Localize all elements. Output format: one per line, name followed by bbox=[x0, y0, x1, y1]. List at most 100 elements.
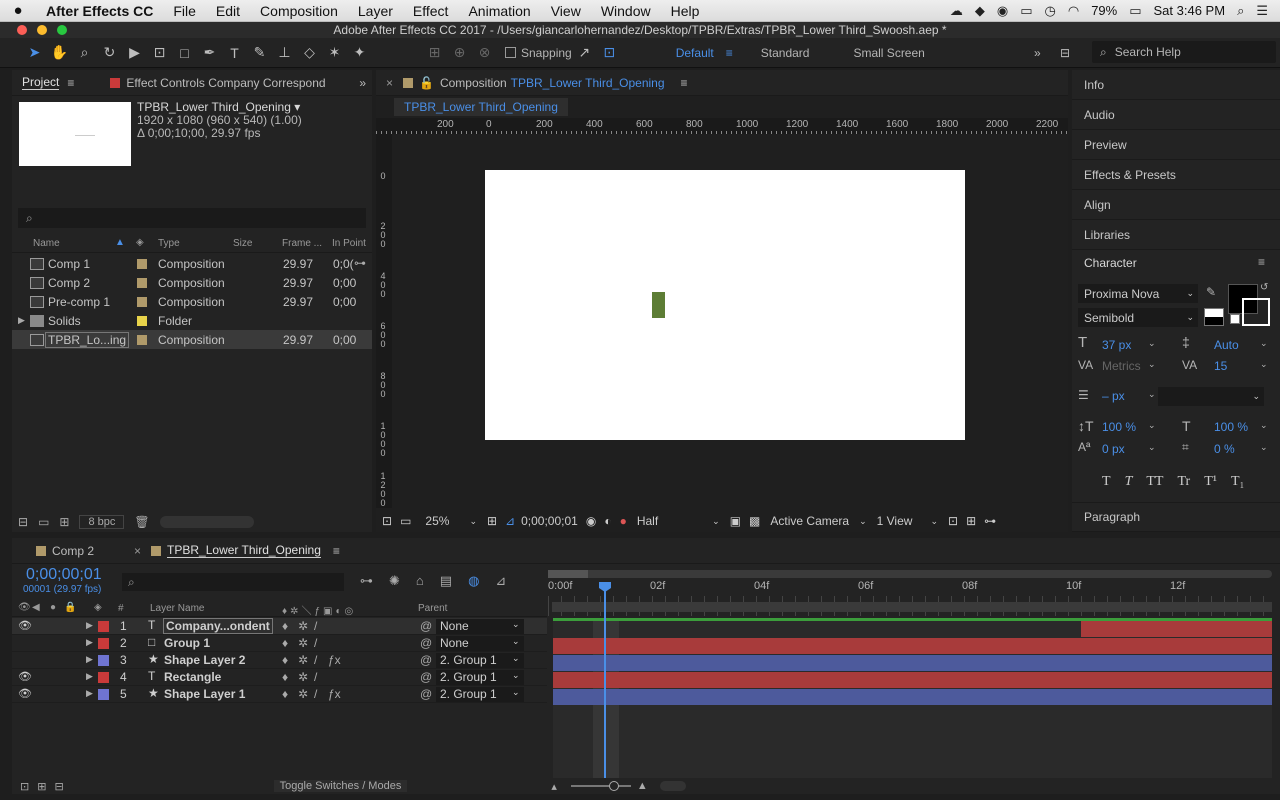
parent-select[interactable]: 2. Group 1 bbox=[436, 653, 524, 668]
label-swatch[interactable] bbox=[137, 258, 147, 269]
notification-icon[interactable]: ☰ bbox=[1256, 3, 1268, 19]
layer-row[interactable]: 👁 ▶ 4 T Rectangle ♦ ✲ / @2. Group 1 ⌄ bbox=[12, 669, 547, 686]
time-machine-icon[interactable]: ◷ bbox=[1045, 3, 1056, 19]
panel-menu-icon[interactable]: ≡ bbox=[1258, 255, 1265, 269]
label-swatch[interactable] bbox=[137, 296, 147, 307]
snap-option-icon[interactable]: ↗ bbox=[572, 42, 597, 64]
pick-whip-icon[interactable]: @ bbox=[420, 636, 432, 650]
always-preview-icon[interactable]: ⊡ bbox=[382, 514, 392, 528]
dropdown-icon[interactable]: ⌄ bbox=[512, 687, 520, 698]
video-switch-empty[interactable] bbox=[18, 653, 29, 664]
layer-name[interactable]: Shape Layer 1 bbox=[164, 687, 245, 701]
creative-cloud-icon[interactable]: ☁ bbox=[950, 3, 963, 19]
spotlight-icon[interactable]: ⌕ bbox=[1237, 3, 1244, 19]
roto-brush-tool-icon[interactable]: ✶ bbox=[322, 42, 347, 64]
dropdown-icon[interactable]: ⌄ bbox=[1148, 389, 1156, 400]
collapse-switch-icon[interactable]: ✲ bbox=[298, 636, 308, 650]
expand-triangle-icon[interactable]: ▶ bbox=[86, 688, 93, 699]
selected-item-name[interactable]: TPBR_Lower Third_Opening ▾ bbox=[137, 100, 300, 114]
panel-align[interactable]: Align bbox=[1072, 190, 1280, 220]
zoom-tool-icon[interactable]: ⌕ bbox=[72, 42, 97, 64]
bpc-button[interactable]: 8 bpc bbox=[79, 515, 125, 529]
battery-icon[interactable]: ▭ bbox=[1129, 3, 1141, 19]
toggle-switches-modes-button[interactable]: Toggle Switches / Modes bbox=[273, 780, 408, 792]
selection-tool-icon[interactable]: ➤ bbox=[22, 42, 47, 64]
dropdown-icon[interactable]: ⌄ bbox=[512, 670, 520, 681]
tab-project[interactable]: Project bbox=[22, 75, 60, 90]
layer-name-header[interactable]: Layer Name bbox=[150, 603, 204, 614]
tracking-value[interactable]: 15 bbox=[1214, 359, 1227, 373]
workspace-menu-icon[interactable]: ≡ bbox=[726, 46, 733, 60]
parent-select[interactable]: 2. Group 1 bbox=[436, 687, 524, 702]
tsume-value[interactable]: 0 % bbox=[1214, 442, 1235, 456]
layer-row[interactable]: ▶ 3 ★ Shape Layer 2 ♦ ✲ / ƒx @2. Group 1 ⌄ bbox=[12, 652, 547, 669]
subscript-button[interactable]: T₁ bbox=[1231, 474, 1244, 490]
panel-preview[interactable]: Preview bbox=[1072, 130, 1280, 160]
fx-switch-icon[interactable]: ƒx bbox=[328, 653, 341, 667]
wifi-icon[interactable]: ◠ bbox=[1068, 3, 1079, 19]
faux-bold-button[interactable]: T bbox=[1102, 474, 1111, 490]
layer-switches-icon[interactable]: ⊡ bbox=[20, 780, 29, 793]
workspace-small-screen[interactable]: Small Screen bbox=[841, 46, 936, 60]
layer-duration-bar[interactable] bbox=[553, 689, 1272, 705]
current-time-indicator[interactable] bbox=[604, 588, 606, 778]
close-window-button[interactable] bbox=[17, 25, 27, 35]
pen-tool-icon[interactable]: ✒ bbox=[197, 42, 222, 64]
tab-tpbr-lower-third-opening[interactable]: TPBR_Lower Third_Opening bbox=[167, 543, 321, 558]
layer-search-input[interactable]: ⌕ bbox=[122, 573, 344, 591]
panel-info[interactable]: Info bbox=[1072, 70, 1280, 100]
panel-menu-icon[interactable]: ≡ bbox=[67, 76, 74, 90]
video-switch-empty[interactable] bbox=[18, 636, 29, 647]
flowchart-icon[interactable]: ⊶ bbox=[354, 256, 366, 270]
shy-switch-icon[interactable]: ♦ bbox=[282, 636, 288, 650]
graph-editor-icon[interactable]: ⊿ bbox=[495, 573, 506, 589]
superscript-button[interactable]: T¹ bbox=[1204, 474, 1217, 490]
zoom-window-button[interactable] bbox=[57, 25, 67, 35]
panel-audio[interactable]: Audio bbox=[1072, 100, 1280, 130]
col-name[interactable]: Name bbox=[33, 238, 60, 249]
label-swatch[interactable] bbox=[137, 277, 147, 288]
region-of-interest-icon[interactable]: ⊿ bbox=[505, 514, 515, 528]
stroke-width-value[interactable]: – px bbox=[1102, 389, 1125, 403]
minimize-window-button[interactable] bbox=[37, 25, 47, 35]
trash-icon[interactable]: 🗑 bbox=[134, 515, 149, 529]
rotation-tool-icon[interactable]: ↻ bbox=[97, 42, 122, 64]
layer-label-swatch[interactable] bbox=[98, 655, 109, 666]
puppet-tool-icon[interactable]: ✦ bbox=[347, 42, 372, 64]
label-swatch[interactable] bbox=[137, 315, 147, 326]
rectangle-tool-icon[interactable]: □ bbox=[172, 42, 197, 64]
project-item[interactable]: Comp 2 Composition 29.97 0;00 bbox=[12, 273, 372, 292]
modes-icon[interactable]: ⊞ bbox=[37, 780, 46, 793]
layer-row[interactable]: 👁 ▶ 1 T Company...ondent ♦ ✲ / @ None ⌄ bbox=[12, 618, 547, 635]
dropdown-icon[interactable]: ⌄ bbox=[512, 619, 520, 630]
quality-switch-icon[interactable]: / bbox=[314, 670, 317, 684]
layer-duration-bar[interactable] bbox=[553, 638, 1272, 654]
menu-view[interactable]: View bbox=[541, 3, 591, 19]
zoom-level[interactable]: 25% bbox=[425, 514, 449, 528]
reset-exposure-icon[interactable]: ⊞ bbox=[966, 514, 976, 528]
font-family-select[interactable]: Proxima Nova ⌄ bbox=[1078, 284, 1198, 303]
collapse-switch-icon[interactable]: ✲ bbox=[298, 687, 308, 701]
resolution-select[interactable]: Half bbox=[637, 514, 658, 528]
menu-app-name[interactable]: After Effects CC bbox=[36, 3, 163, 19]
quality-switch-icon[interactable]: / bbox=[314, 636, 317, 650]
expand-triangle-icon[interactable]: ▶ bbox=[86, 671, 93, 682]
brush-tool-icon[interactable]: ✎ bbox=[247, 42, 272, 64]
view-layout-select[interactable]: 1 View bbox=[877, 514, 913, 528]
sort-arrow-icon[interactable]: ▲ bbox=[115, 237, 125, 248]
eye-icon[interactable]: 👁 bbox=[18, 619, 32, 632]
swap-colors-icon[interactable]: ↺ bbox=[1260, 282, 1268, 293]
project-scrollbar[interactable] bbox=[159, 516, 254, 528]
layer-duration-bar[interactable] bbox=[1081, 621, 1272, 637]
small-caps-button[interactable]: Tr bbox=[1177, 474, 1190, 490]
font-style-select[interactable]: Semibold ⌄ bbox=[1078, 308, 1198, 327]
layer-name[interactable]: Rectangle bbox=[164, 670, 221, 684]
frame-blending-icon[interactable]: ▤ bbox=[440, 573, 452, 589]
dropdown-icon[interactable]: ⌄ bbox=[1260, 359, 1268, 370]
panel-effects-presets[interactable]: Effects & Presets bbox=[1072, 160, 1280, 190]
dropdown-icon[interactable]: ⌄ bbox=[1148, 420, 1156, 431]
zoom-dropdown-icon[interactable]: ⌄ bbox=[469, 516, 477, 527]
snapping-checkbox[interactable] bbox=[505, 47, 516, 58]
parent-header[interactable]: Parent bbox=[418, 603, 447, 614]
comp-navigator-tab[interactable]: TPBR_Lower Third_Opening bbox=[394, 98, 568, 116]
